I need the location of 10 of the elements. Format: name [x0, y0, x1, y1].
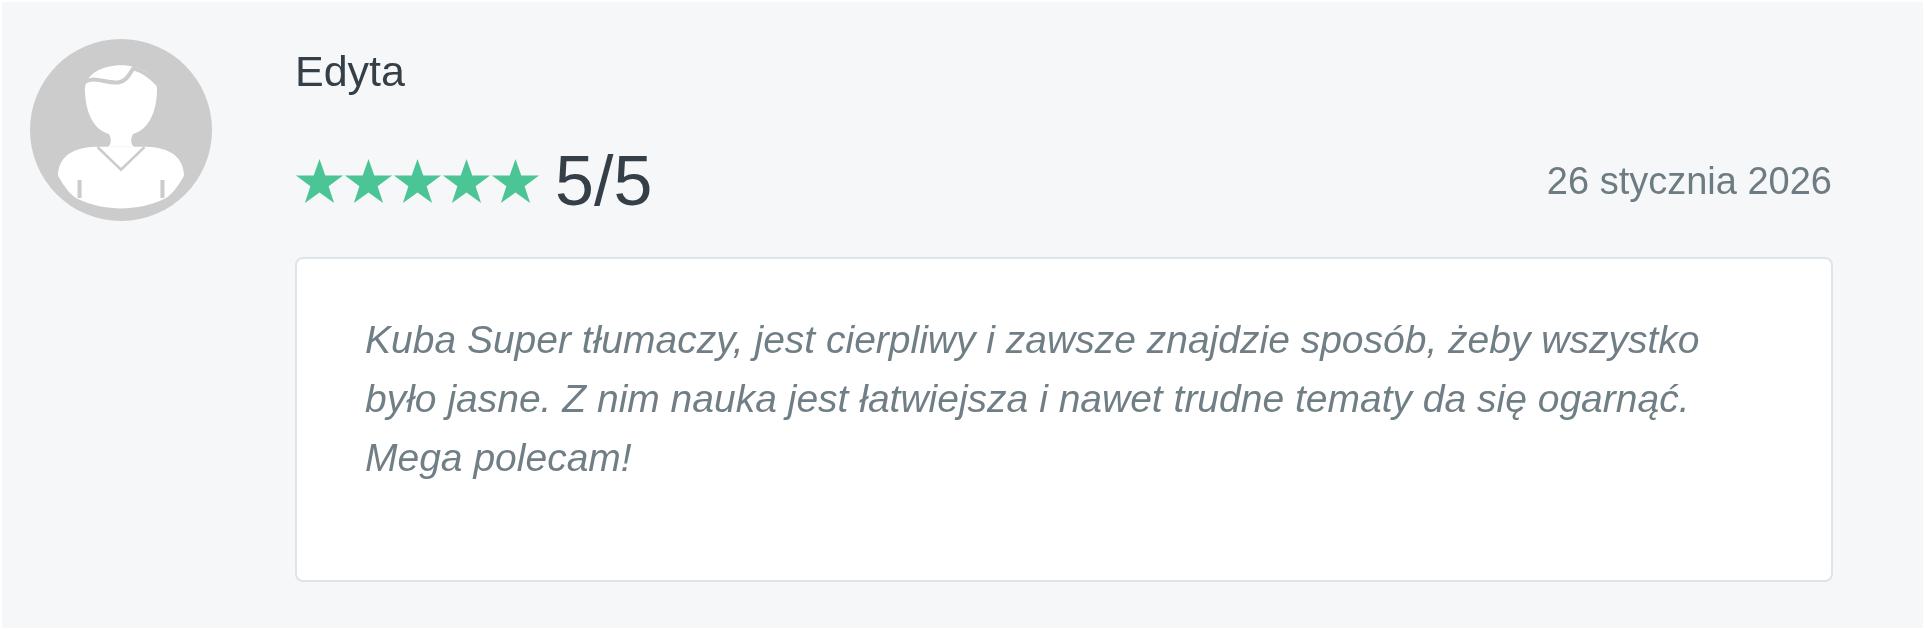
reviewer-name: Edyta [295, 47, 405, 96]
user-avatar-icon [30, 39, 212, 221]
star-icon [295, 158, 344, 204]
review-date: 26 stycznia 2026 [1546, 159, 1832, 203]
star-icon [393, 158, 442, 204]
star-icon [442, 158, 491, 204]
star-icon [344, 158, 393, 204]
star-icon [491, 158, 540, 204]
review-text: Kuba Super tłumaczy, jest cierpliwy i zawsze znajdzie sposób, żeby wszystko było jasne. Z nim nauka jest łatwiejsza i nawet trudne tematy da się ogarnąć. Mega polecam! [365, 317, 1701, 481]
rating-score: 5/5 [555, 141, 653, 221]
